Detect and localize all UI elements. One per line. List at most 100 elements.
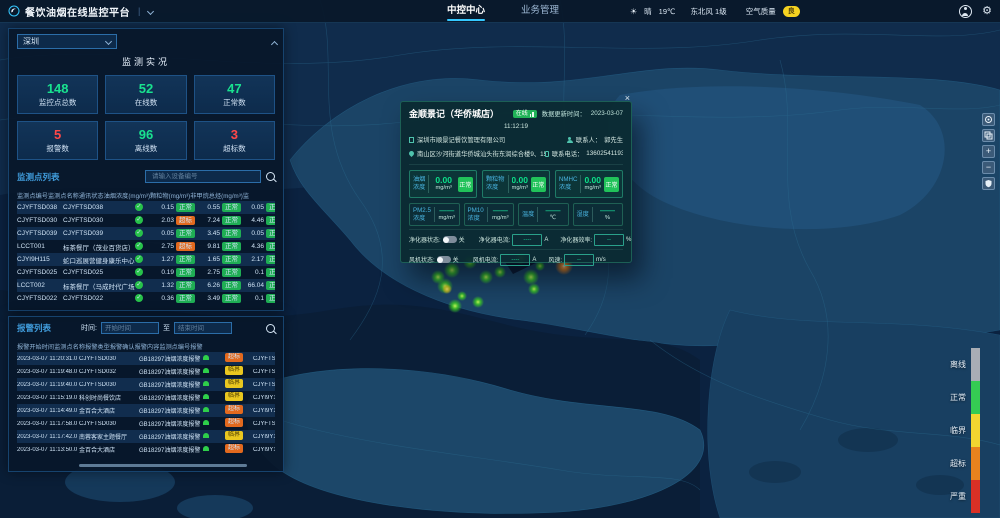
region-select[interactable]: 深圳 (17, 34, 117, 49)
toggle-switch[interactable] (437, 256, 451, 263)
user-icon[interactable] (959, 5, 972, 18)
value-box[interactable]: ---- (500, 254, 530, 266)
table-row[interactable]: 2023-03-07 11:17:58.0 CJYFTSD030 GB18297… (17, 417, 275, 430)
comm-status-cell (135, 255, 157, 265)
status-badge: 正常 (266, 294, 275, 303)
gauge-status-button[interactable]: 正常 (458, 177, 473, 192)
table-row[interactable]: LCCT001 标茶餐厅（茂业百货店） 2.75超标 9.81正常 4.36正常 (17, 240, 275, 253)
value-box[interactable]: ---- (512, 234, 542, 246)
brand-divider: | (138, 6, 140, 16)
left-panel: 深圳 监测实况 148 监控点总数 52 在线数 47 正常数 (8, 28, 284, 311)
alarm-time: 2023-03-07 11:13:50.0 (17, 447, 79, 453)
online-check-icon (135, 229, 143, 237)
siren-icon (203, 433, 209, 438)
stat-card[interactable]: 96 离线数 (105, 121, 186, 160)
column-header: 油烟浓度(mg/m³) (104, 191, 150, 200)
nmhc-cell: 2.17正常 (247, 255, 275, 264)
gauge-label: 湿度 (577, 211, 589, 219)
alarm-confirm-cell[interactable] (203, 394, 225, 401)
legend-item: 正常 (950, 381, 980, 414)
legend-swatch (971, 348, 980, 381)
status-badge: 正常 (266, 216, 275, 225)
device-search-input[interactable] (150, 172, 256, 181)
search-icon[interactable] (266, 172, 275, 181)
table-row[interactable]: 2023-03-07 11:13:50.0 金百合大酒店 GB18297油烟浓度… (17, 443, 275, 456)
divider (428, 175, 429, 193)
value-box[interactable]: -- (564, 254, 594, 266)
stat-card[interactable]: 148 监控点总数 (17, 75, 98, 114)
dust-value: 6.26 (203, 282, 220, 289)
alarm-confirm-cell[interactable] (203, 420, 225, 427)
status-badge: 正常 (222, 255, 241, 264)
table-row[interactable]: 2023-03-07 11:20:31.0 CJYFTSD030 GB18297… (17, 352, 275, 365)
alarm-confirm-cell[interactable] (203, 446, 225, 453)
table-row[interactable]: 2023-03-07 11:19:40.0 CJYFTSD030 GB18297… (17, 378, 275, 391)
toggle-switch[interactable] (443, 236, 457, 243)
zoom-out-button[interactable]: − (982, 161, 995, 174)
status-badge: 正常 (266, 242, 275, 251)
table-row[interactable]: CJYFTSD022 CJYFTSD022 0.36正常 3.49正常 0.1正… (17, 292, 275, 305)
locate-button[interactable] (982, 113, 995, 126)
start-time-input[interactable] (101, 322, 159, 334)
region-select-value: 深圳 (23, 36, 39, 47)
siren-icon (203, 355, 209, 360)
table-row[interactable]: 2023-03-07 11:17:42.0 南蓉客家主题餐厅 GB18297油烟… (17, 430, 275, 443)
stat-card[interactable]: 47 正常数 (194, 75, 275, 114)
nav-item[interactable]: 中控中心 (447, 0, 485, 22)
oil-value: 0.36 (157, 295, 174, 302)
table-row[interactable]: CJYFTSD039 CJYFTSD039 0.05正常 3.45正常 0.05… (17, 227, 275, 240)
table-row[interactable]: 2023-03-07 11:14:49.0 金百合大酒店 GB18297油烟浓度… (17, 404, 275, 417)
online-check-icon (135, 216, 143, 224)
alarm-content-cell: 临界 (225, 379, 253, 390)
table-row[interactable]: CJYI9H115 蛇口巡展营健身康乐中心 1.27正常 1.65正常 2.17… (17, 253, 275, 266)
value-box[interactable]: -- (594, 234, 624, 246)
layers-button[interactable] (982, 129, 995, 142)
oil-value: 1.32 (157, 282, 174, 289)
alarm-confirm-cell[interactable] (203, 355, 225, 362)
gauge-tile: 温度 ——℃ (518, 203, 569, 226)
gauge-status-button[interactable]: 正常 (531, 177, 546, 192)
stat-label: 报警数 (46, 143, 69, 154)
alarm-point-id: CJYI9Y1023 (253, 447, 275, 453)
stat-value: 5 (54, 128, 61, 141)
chevron-down-icon[interactable] (147, 7, 154, 14)
status-badge: 正常 (222, 203, 241, 212)
stat-card[interactable]: 5 报警数 (17, 121, 98, 160)
oil-value: 2.75 (157, 243, 174, 250)
status-badge: 正常 (266, 281, 275, 290)
alarm-table-header: 报警开始时间监测点名称报警类型报警确认报警内容监测点编号报警 (17, 340, 275, 352)
online-badge-label: 在线 (516, 111, 528, 117)
stat-card[interactable]: 52 在线数 (105, 75, 186, 114)
gauge-tile: 颗粒物浓度 0.00mg/m³ 正常 (482, 170, 550, 198)
close-icon[interactable]: × (625, 93, 630, 103)
gauge-value: 0.00 (584, 176, 601, 185)
alarm-confirm-cell[interactable] (203, 407, 225, 414)
gauge-label: NMHC浓度 (559, 176, 578, 192)
dust-cell: 3.45正常 (203, 229, 247, 238)
table-row[interactable]: CJYFTSD038 CJYFTSD038 0.15正常 0.55正常 0.05… (17, 201, 275, 214)
table-row[interactable]: LCCT002 标茶餐厅（马成时代广场店） 1.32正常 6.26正常 66.0… (17, 279, 275, 292)
comm-status-cell (135, 242, 157, 252)
table-row[interactable]: CJYFTSD030 CJYFTSD030 2.03超标 7.24正常 4.46… (17, 214, 275, 227)
table-row[interactable]: CJYFTSD025 CJYFTSD025 0.19正常 2.75正常 0.1正… (17, 266, 275, 279)
weather-wind: 东北风 1级 (690, 6, 726, 17)
horizontal-scrollbar[interactable] (79, 464, 247, 467)
status-badge: 正常 (176, 203, 195, 212)
oil-value: 2.03 (157, 217, 174, 224)
column-header: 报警开始时间 (17, 342, 54, 351)
panel-collapse-button[interactable] (272, 34, 277, 52)
shield-icon (984, 179, 993, 188)
alarm-confirm-cell[interactable] (203, 433, 225, 440)
end-time-input[interactable] (174, 322, 232, 334)
stat-card[interactable]: 3 超标数 (194, 121, 275, 160)
alarm-confirm-cell[interactable] (203, 368, 225, 375)
nav-item[interactable]: 业务管理 (521, 0, 559, 22)
zoom-in-button[interactable]: + (982, 145, 995, 158)
gauge-status-button[interactable]: 正常 (604, 177, 619, 192)
table-row[interactable]: 2023-03-07 11:15:19.0 科创时尚餐饮店 GB18297油烟浓… (17, 391, 275, 404)
gear-icon[interactable]: ⚙ (982, 6, 992, 17)
theme-button[interactable] (982, 177, 995, 190)
table-row[interactable]: 2023-03-07 11:19:48.0 CJYFTSD032 GB18297… (17, 365, 275, 378)
alarm-confirm-cell[interactable] (203, 381, 225, 388)
search-icon[interactable] (266, 324, 275, 333)
